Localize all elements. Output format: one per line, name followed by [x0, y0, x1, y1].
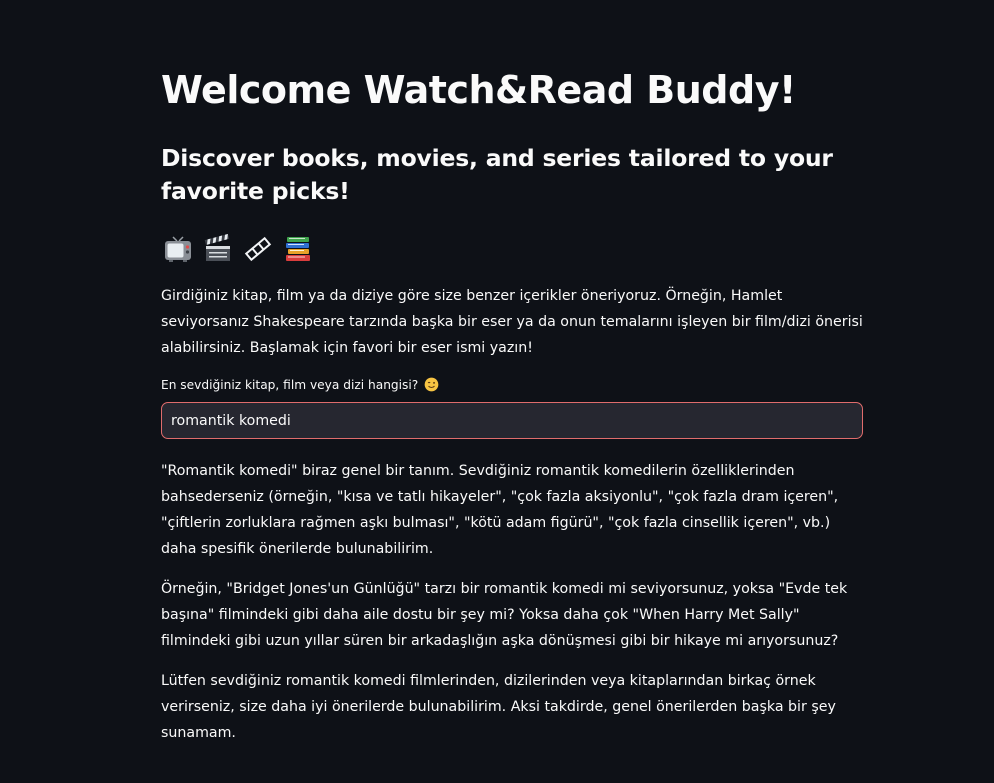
intro-text: Girdiğiniz kitap, film ya da diziye göre… — [161, 288, 863, 356]
query-input-container — [161, 402, 863, 439]
response-block: "Romantik komedi" biraz genel bir tanım.… — [161, 458, 865, 760]
query-label-text: En sevdiğiniz kitap, film veya dizi hang… — [161, 378, 419, 392]
tv-icon — [163, 234, 193, 264]
film-strip-icon — [243, 234, 273, 264]
books-icon — [283, 234, 313, 264]
query-input[interactable] — [162, 403, 862, 438]
clapper-board-icon — [203, 234, 233, 264]
response-paragraph: Örneğin, "Bridget Jones'un Günlüğü" tarz… — [161, 581, 848, 649]
winking-face-icon — [424, 377, 439, 398]
query-label: En sevdiğiniz kitap, film veya dizi hang… — [161, 375, 439, 398]
response-paragraph: "Romantik komedi" biraz genel bir tanım.… — [161, 463, 839, 557]
page-subtitle: Discover books, movies, and series tailo… — [161, 144, 833, 205]
page-title: Welcome Watch&Read Buddy! — [161, 68, 796, 112]
emoji-row — [163, 232, 313, 266]
response-paragraph: Lütfen sevdiğiniz romantik komedi filmle… — [161, 673, 836, 741]
